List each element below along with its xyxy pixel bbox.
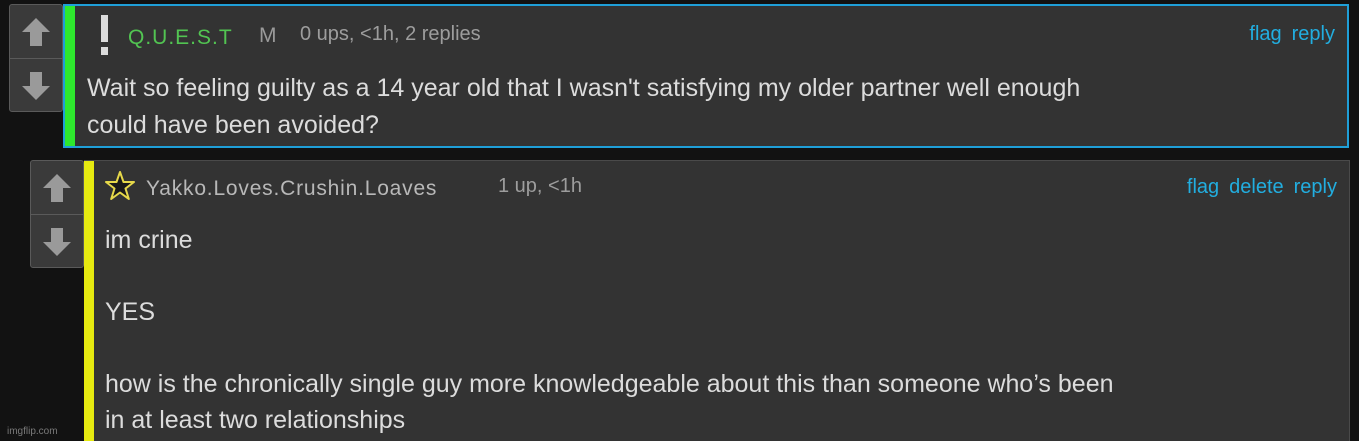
delete-link[interactable]: delete (1229, 176, 1284, 199)
username[interactable]: Q.U.E.S.T (128, 26, 233, 50)
thread-bar (84, 161, 94, 441)
flag-link[interactable]: flag (1249, 23, 1281, 46)
thread-bar (65, 6, 75, 146)
watermark: imgflip.com (7, 426, 58, 437)
downvote-button[interactable] (10, 58, 62, 112)
user-flair: M (259, 24, 277, 47)
upvote-button[interactable] (10, 5, 62, 58)
comment-1: Q.U.E.S.T M 0 ups, <1h, 2 replies flag r… (63, 4, 1349, 148)
vote-box-2 (30, 160, 84, 268)
comment-stats: 1 up, <1h (498, 175, 582, 197)
arrow-down-icon (22, 71, 50, 100)
reply-link[interactable]: reply (1294, 176, 1337, 199)
exclamation-icon (101, 15, 108, 55)
comment-text: im crine YES how is the chronically sing… (105, 226, 1114, 434)
downvote-button[interactable] (31, 214, 83, 268)
comment-text: Wait so feeling guilty as a 14 year old … (87, 74, 1081, 139)
comment-actions: flag delete reply (1187, 176, 1337, 199)
comment-actions: flag reply (1249, 23, 1335, 46)
reply-link[interactable]: reply (1292, 23, 1335, 46)
comment-stats: 0 ups, <1h, 2 replies (300, 23, 481, 45)
arrow-down-icon (43, 227, 71, 256)
vote-box-1 (9, 4, 63, 112)
arrow-up-icon (22, 17, 50, 46)
arrow-up-icon (43, 173, 71, 202)
flag-link[interactable]: flag (1187, 176, 1219, 199)
star-icon (105, 171, 135, 200)
comment-2: Yakko.Loves.Crushin.Loaves 1 up, <1h fla… (84, 160, 1350, 441)
upvote-button[interactable] (31, 161, 83, 214)
username[interactable]: Yakko.Loves.Crushin.Loaves (146, 177, 437, 201)
